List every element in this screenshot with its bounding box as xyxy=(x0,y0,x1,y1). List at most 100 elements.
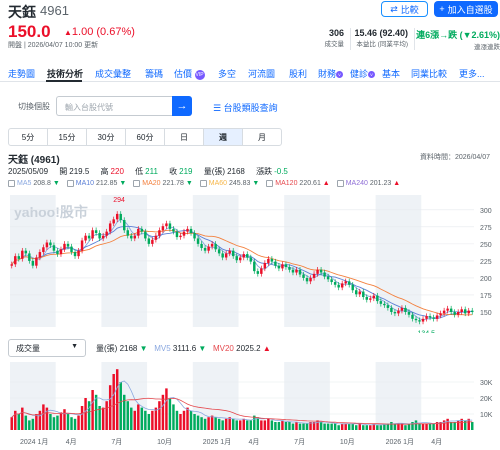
candle-body xyxy=(161,226,165,231)
candle-body xyxy=(347,281,351,285)
tab-river[interactable]: 河流圖 xyxy=(248,67,275,80)
candle-body xyxy=(369,298,372,300)
ma60-value: 245.83 xyxy=(229,180,251,187)
volume-bar xyxy=(147,414,151,430)
tab-finance[interactable]: 財務 V xyxy=(318,67,344,80)
tab-summary[interactable]: 成交彙整 xyxy=(95,67,131,80)
candle-body xyxy=(151,239,154,244)
tab-dividend[interactable]: 股利 xyxy=(289,67,307,80)
volume-bar xyxy=(449,422,453,430)
volume-bar xyxy=(302,423,305,430)
candle-body xyxy=(393,312,397,314)
tab-more[interactable]: 更多... xyxy=(459,67,485,80)
volume-bar xyxy=(154,407,158,430)
volume-bar xyxy=(291,423,295,430)
ma120-toggle[interactable]: MA120 220.61 ▲ xyxy=(266,180,330,187)
tab-valuation[interactable]: 估價 VIP xyxy=(174,67,205,80)
period-week[interactable]: 週 xyxy=(203,128,243,146)
volume-bar xyxy=(151,410,154,430)
compare-button[interactable]: ⇄ 比較 xyxy=(381,1,428,17)
volume-bar xyxy=(91,390,94,430)
candle-body xyxy=(112,219,115,224)
ma240-name: MA240 xyxy=(345,180,368,187)
candle-body xyxy=(130,235,133,239)
period-month[interactable]: 月 xyxy=(242,128,282,146)
candle-body xyxy=(84,235,87,241)
ma240-toggle[interactable]: MA240 201.23 ▲ xyxy=(336,180,400,187)
candle-body xyxy=(158,230,161,236)
chg-label: 漲跌 xyxy=(256,167,273,176)
candle-body xyxy=(263,262,267,269)
tab-chips[interactable]: 籌碼 xyxy=(145,67,163,80)
volume-bar xyxy=(28,420,31,430)
checkbox-icon xyxy=(199,180,207,187)
period-60min[interactable]: 60分 xyxy=(125,128,165,146)
period-5min[interactable]: 5分 xyxy=(8,128,48,146)
tab-peer[interactable]: 同業比較 xyxy=(411,67,447,80)
candle-body xyxy=(319,269,323,273)
candle-body xyxy=(144,231,147,239)
tab-basic[interactable]: 基本 xyxy=(382,67,400,80)
tab-trend[interactable]: 走勢圖 xyxy=(8,67,35,80)
search-submit-button[interactable]: → xyxy=(172,96,192,116)
ma5-toggle[interactable]: MA5 208.8 ▼ xyxy=(8,180,60,187)
active-tab-indicator xyxy=(46,80,82,82)
candle-body xyxy=(63,243,66,250)
candle-body xyxy=(407,312,411,315)
volume-bar xyxy=(400,423,404,430)
watermark-logo: yahoo!股市 xyxy=(14,204,88,220)
candle-body xyxy=(425,316,428,319)
indicator-select[interactable]: 成交量 ▼ xyxy=(8,339,86,357)
candle-body xyxy=(165,223,168,227)
ma5-dir: ▼ xyxy=(52,180,60,187)
candle-body xyxy=(28,253,31,261)
price-tick-label: 200 xyxy=(480,276,492,283)
volume-bar xyxy=(196,415,200,430)
candle-body xyxy=(288,267,291,270)
candle-body xyxy=(105,231,108,236)
volume-bar xyxy=(340,423,344,430)
tab-long-short[interactable]: 多空 xyxy=(218,67,236,80)
volume-bar xyxy=(59,412,63,430)
ma20-toggle[interactable]: MA20 221.78 ▼ xyxy=(133,180,193,187)
tab-checkup[interactable]: 健診 V xyxy=(350,67,376,80)
volume-bar xyxy=(31,418,35,430)
candle-body xyxy=(133,235,137,239)
ma60-toggle[interactable]: MA60 245.83 ▼ xyxy=(199,180,259,187)
volume-tick-label: 20K xyxy=(480,396,493,403)
volume-bar xyxy=(112,374,115,430)
volume-bar xyxy=(256,417,260,430)
candle-body xyxy=(414,318,418,321)
price-chart[interactable]: yahoo!股市 300 275 250 225 200 175 150 294 134.5 xyxy=(0,195,500,333)
candle-body xyxy=(154,235,158,240)
period-15min[interactable]: 15分 xyxy=(47,128,87,146)
candle-body xyxy=(355,290,358,295)
candle-body xyxy=(362,291,365,298)
vip-icon: V xyxy=(336,71,344,79)
candle-body xyxy=(94,230,98,233)
volume-bar xyxy=(17,414,21,430)
data-time: 資料時間：2026/04/07 xyxy=(420,154,491,161)
candle-body xyxy=(239,257,242,261)
volume-bar xyxy=(305,423,309,430)
candle-body xyxy=(123,220,126,231)
volume-bar xyxy=(249,420,253,430)
period-30min[interactable]: 30分 xyxy=(86,128,126,146)
tab-technical[interactable]: 技術分析 xyxy=(47,67,83,80)
volume-bar xyxy=(126,401,129,430)
candle-body xyxy=(108,223,112,232)
period-day[interactable]: 日 xyxy=(164,128,204,146)
candle-body xyxy=(337,284,340,288)
divider xyxy=(350,28,351,50)
volume-chart[interactable]: 30K 20K 10K 2024 1月 4月 7月 10月 2025 1月 4月 7月 10月 202… xyxy=(0,362,500,450)
category-search-link[interactable]: ☰ 台股類股查詢 xyxy=(213,101,278,114)
add-watchlist-button[interactable]: + 加入自選股 xyxy=(434,1,498,17)
ma10-toggle[interactable]: MA10 212.85 ▼ xyxy=(66,180,126,187)
volume-bar xyxy=(172,404,175,430)
stock-search-input[interactable]: 輸入台股代號 xyxy=(56,96,174,116)
volume-info: 量(張) 2168 ▼ MV5 3111.6 ▼ MV20 2025.2 ▲ xyxy=(96,343,271,354)
volume-bar xyxy=(84,398,87,430)
volume-bar xyxy=(137,404,140,430)
volume-bar xyxy=(224,418,228,430)
ma10-name: MA10 xyxy=(75,180,95,187)
